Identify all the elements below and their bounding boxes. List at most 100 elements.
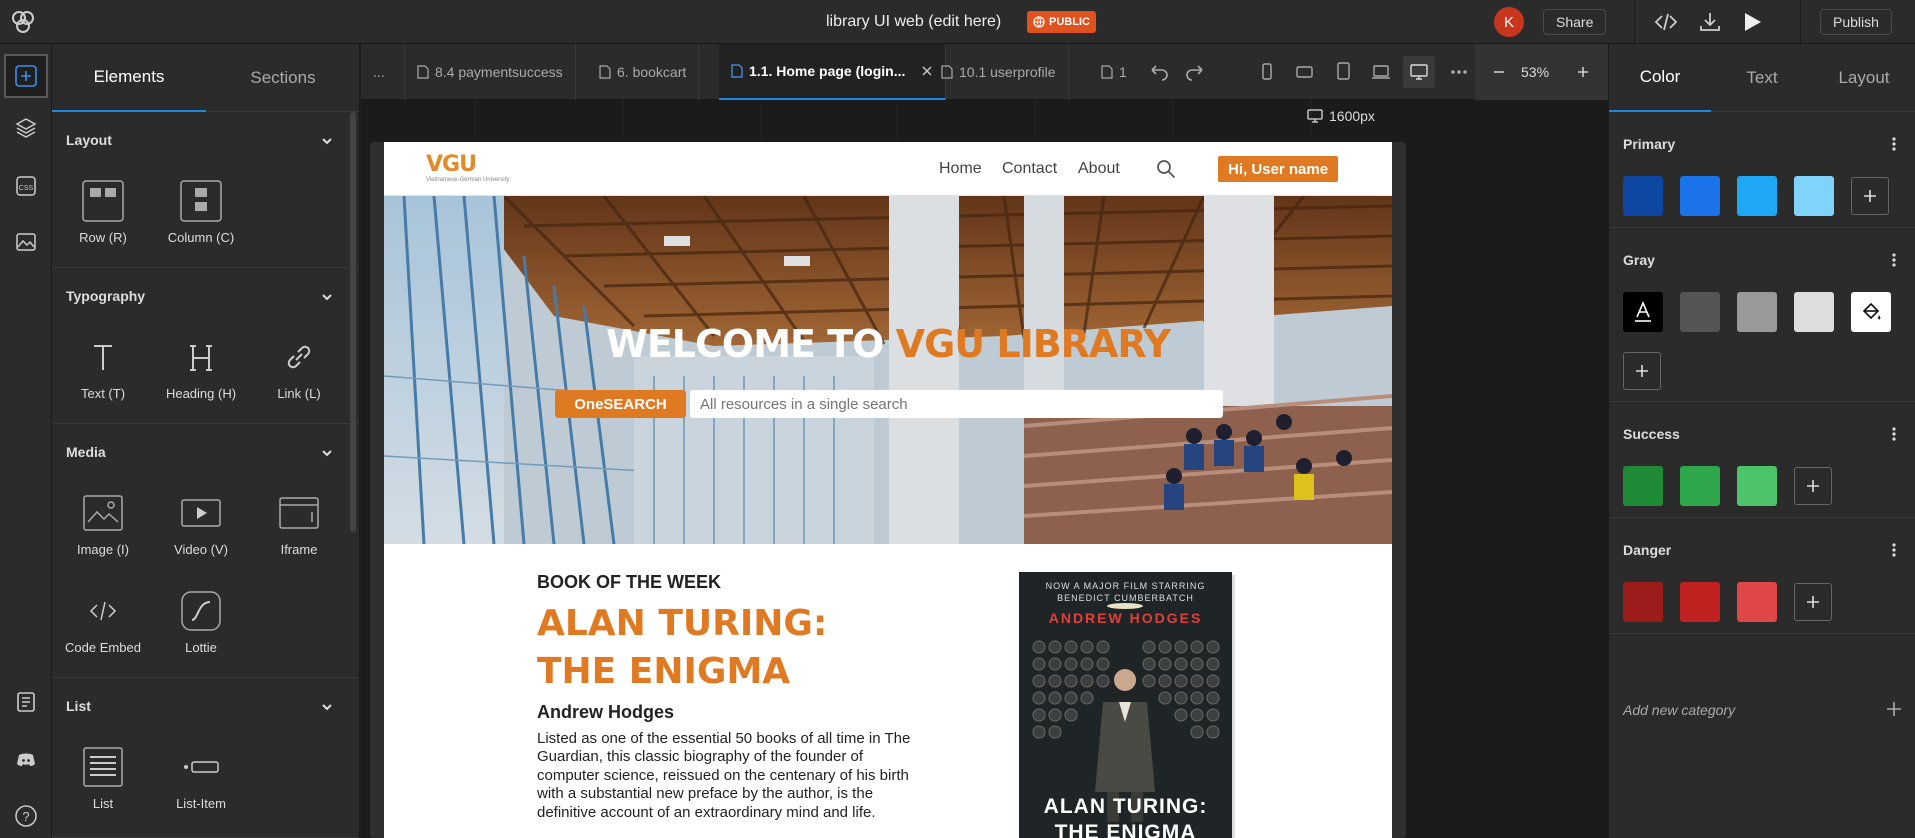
docs-button[interactable] xyxy=(4,680,48,724)
link-element[interactable]: Link (L) xyxy=(254,336,344,401)
page-preview[interactable]: VGU Vietnamese-German University Home Co… xyxy=(384,142,1392,838)
add-category-label[interactable]: Add new category xyxy=(1623,702,1735,718)
help-button[interactable]: ? xyxy=(4,794,48,838)
zoom-out-icon[interactable] xyxy=(1487,60,1511,84)
play-preview-icon[interactable] xyxy=(1740,10,1764,34)
visibility-badge[interactable]: PUBLIC xyxy=(1027,11,1096,33)
lottie-icon xyxy=(180,590,222,632)
add-color-button[interactable] xyxy=(1794,467,1832,505)
more-options-icon[interactable] xyxy=(1886,252,1902,268)
more-options-icon[interactable] xyxy=(1886,136,1902,152)
layers-button[interactable] xyxy=(4,106,48,150)
chevron-down-icon[interactable] xyxy=(320,290,334,304)
code-icon[interactable] xyxy=(1654,10,1678,34)
mobile-landscape-view-icon[interactable] xyxy=(1293,60,1317,84)
book-cover-image[interactable]: NOW A MAJOR FILM STARRING BENEDICT CUMBE… xyxy=(1019,572,1232,838)
style-tabs: Color Text Layout xyxy=(1609,44,1915,112)
color-swatch[interactable] xyxy=(1794,292,1834,332)
color-swatch[interactable] xyxy=(1737,582,1777,622)
video-element[interactable]: Video (V) xyxy=(156,492,246,557)
more-options-icon[interactable] xyxy=(1886,426,1902,442)
color-swatch[interactable] xyxy=(1680,176,1720,216)
download-icon[interactable] xyxy=(1698,10,1722,34)
laptop-view-icon[interactable] xyxy=(1369,60,1393,84)
share-button[interactable]: Share xyxy=(1543,9,1607,35)
discord-button[interactable] xyxy=(4,738,48,782)
avatar[interactable]: K xyxy=(1494,7,1524,37)
nav-link-home[interactable]: Home xyxy=(939,160,982,178)
document-title[interactable]: library UI web (edit here) xyxy=(826,13,1001,31)
section-title[interactable]: Media xyxy=(66,444,106,460)
file-tab-active[interactable]: 1.1. Home page (login... xyxy=(719,44,947,100)
code-embed-element[interactable]: Code Embed xyxy=(58,590,148,655)
undo-icon[interactable] xyxy=(1147,60,1171,84)
file-tab[interactable]: ... xyxy=(361,44,405,100)
column-icon xyxy=(180,180,222,222)
list-item-label: List-Item xyxy=(176,796,226,811)
section-title[interactable]: Typography xyxy=(66,288,145,304)
tablet-view-icon[interactable] xyxy=(1331,60,1355,84)
list-item-element[interactable]: List-Item xyxy=(156,746,246,811)
panel-scrollbar[interactable] xyxy=(350,112,356,532)
chevron-down-icon[interactable] xyxy=(320,134,334,148)
more-options-icon[interactable] xyxy=(1886,542,1902,558)
nav-link-contact[interactable]: Contact xyxy=(1002,160,1057,178)
zoom-in-icon[interactable] xyxy=(1571,60,1595,84)
file-tab[interactable]: 6. bookcart xyxy=(587,44,700,100)
text-element[interactable]: Text (T) xyxy=(58,336,148,401)
video-icon xyxy=(180,492,222,534)
color-swatch[interactable] xyxy=(1623,582,1663,622)
zoom-level[interactable]: 53% xyxy=(1521,64,1549,80)
app-logo-icon[interactable] xyxy=(10,9,36,35)
onesearch-button[interactable]: OneSEARCH xyxy=(555,390,686,418)
color-swatch[interactable] xyxy=(1737,176,1777,216)
publish-button[interactable]: Publish xyxy=(1820,9,1892,35)
redo-icon[interactable] xyxy=(1183,60,1207,84)
color-swatch[interactable] xyxy=(1680,582,1720,622)
tab-color[interactable]: Color xyxy=(1609,44,1711,112)
search-icon[interactable] xyxy=(1156,159,1176,179)
site-logo[interactable]: VGU xyxy=(426,152,477,177)
file-tab[interactable]: 8.4 paymentsuccess xyxy=(405,44,576,100)
color-swatch[interactable] xyxy=(1737,292,1777,332)
tab-text[interactable]: Text xyxy=(1711,44,1813,112)
tab-sections[interactable]: Sections xyxy=(206,44,359,112)
user-greeting-button[interactable]: Hi, User name xyxy=(1218,156,1339,182)
column-element[interactable]: Column (C) xyxy=(156,180,246,245)
mobile-view-icon[interactable] xyxy=(1255,60,1279,84)
file-tab[interactable]: 10.1 userprofile xyxy=(929,44,1069,100)
color-swatch[interactable] xyxy=(1680,466,1720,506)
tab-layout[interactable]: Layout xyxy=(1813,44,1915,112)
desktop-view-icon[interactable] xyxy=(1403,56,1435,88)
search-input[interactable] xyxy=(690,390,1223,418)
color-swatch[interactable] xyxy=(1623,176,1663,216)
add-color-button[interactable] xyxy=(1623,352,1661,390)
lottie-element[interactable]: Lottie xyxy=(156,590,246,655)
color-swatch[interactable] xyxy=(1794,176,1834,216)
add-color-button[interactable] xyxy=(1794,583,1832,621)
image-element[interactable]: Image (I) xyxy=(58,492,148,557)
add-color-button[interactable] xyxy=(1851,177,1889,215)
assets-button[interactable] xyxy=(4,220,48,264)
add-elements-button[interactable] xyxy=(4,54,48,98)
iframe-element[interactable]: Iframe xyxy=(254,492,344,557)
color-swatch[interactable] xyxy=(1623,466,1663,506)
section-title[interactable]: Layout xyxy=(66,132,112,148)
heading-element[interactable]: Heading (H) xyxy=(156,336,246,401)
chevron-down-icon[interactable] xyxy=(320,700,334,714)
row-element[interactable]: Row (R) xyxy=(58,180,148,245)
add-category-icon[interactable] xyxy=(1885,700,1903,718)
text-color-swatch[interactable] xyxy=(1623,292,1663,332)
layers-icon xyxy=(15,118,37,138)
file-tab[interactable]: 1 xyxy=(1089,44,1139,100)
section-title[interactable]: List xyxy=(66,698,91,714)
tab-elements[interactable]: Elements xyxy=(52,44,206,112)
nav-link-about[interactable]: About xyxy=(1078,160,1120,178)
color-swatch[interactable] xyxy=(1737,466,1777,506)
color-swatch[interactable] xyxy=(1680,292,1720,332)
fill-color-swatch[interactable] xyxy=(1851,292,1891,332)
chevron-down-icon[interactable] xyxy=(320,446,334,460)
css-button[interactable]: CSS xyxy=(4,164,48,208)
more-icon[interactable] xyxy=(1447,60,1471,84)
list-element[interactable]: List xyxy=(58,746,148,811)
